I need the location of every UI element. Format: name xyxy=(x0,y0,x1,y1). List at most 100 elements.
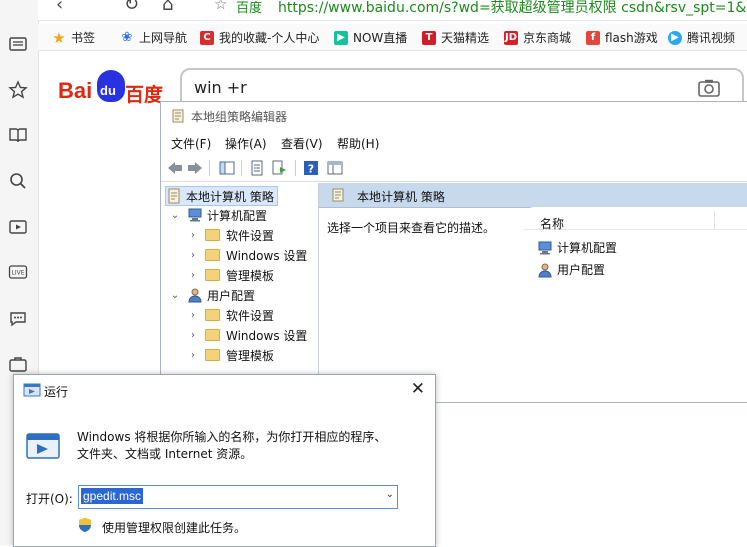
list-item-computer-config[interactable]: 计算机配置 xyxy=(537,239,617,256)
search-input[interactable] xyxy=(194,78,654,97)
expanded-chevron-icon[interactable]: ⌄ xyxy=(169,210,181,221)
logo-text-bai: Bai xyxy=(58,78,93,103)
folder-icon xyxy=(205,309,220,321)
gpedit-window[interactable]: 本地组策略编辑器 文件(F) 操作(A) 查看(V) 帮助(H) ? 本地计算机… xyxy=(160,101,747,403)
bookmark-label: NOW直播 xyxy=(353,31,408,45)
close-icon[interactable]: ✕ xyxy=(411,379,425,399)
collapsed-chevron-icon[interactable]: › xyxy=(187,310,199,321)
paw-icon: ❀ xyxy=(121,29,133,45)
collection-icon: C xyxy=(200,30,214,45)
expanded-chevron-icon[interactable]: ⌄ xyxy=(169,290,181,301)
tree-node-software-settings[interactable]: › 软件设置 xyxy=(187,226,274,244)
open-combobox[interactable]: gpedit.msc ⌄ xyxy=(78,485,398,509)
flash-icon: f xyxy=(586,30,600,45)
run-message: Windows 将根据你所输入的名称，为你打开相应的程序、 文件夹、文档或 In… xyxy=(77,429,417,463)
column-separator[interactable] xyxy=(714,211,715,229)
bookmark-item[interactable]: C 我的收藏-个人中心 xyxy=(200,29,319,46)
run-dialog[interactable]: 运行 ✕ Windows 将根据你所输入的名称，为你打开相应的程序、 文件夹、文… xyxy=(13,374,436,547)
favorites-star-icon[interactable] xyxy=(8,80,28,100)
tree-node-local-computer-policy[interactable]: 本地计算机 策略 xyxy=(165,186,278,206)
now-icon: ▶ xyxy=(334,30,348,45)
search-icon[interactable] xyxy=(8,171,28,191)
gpedit-titlebar[interactable]: 本地组策略编辑器 xyxy=(161,102,747,130)
details-pane: 本地计算机 策略 选择一个项目来查看它的描述。 名称 计算机配置 用户配置 xyxy=(319,183,747,401)
tree-node-user-software-settings[interactable]: › 软件设置 xyxy=(187,306,274,324)
folder-icon xyxy=(205,329,220,341)
column-name-label[interactable]: 名称 xyxy=(540,215,564,232)
policy-tree: 本地计算机 策略 ⌄ 计算机配置 › 软件设置 › Windows 设置 › 管… xyxy=(161,183,319,401)
run-message-line: Windows 将根据你所输入的名称，为你打开相应的程序、 xyxy=(77,430,387,444)
open-input-value[interactable]: gpedit.msc xyxy=(81,488,144,504)
camera-icon[interactable] xyxy=(698,79,720,97)
bookmark-folder[interactable]: ★ 书签 xyxy=(52,29,95,46)
bookmark-item[interactable]: JD 京东商城 xyxy=(504,29,571,46)
collapsed-chevron-icon[interactable]: › xyxy=(187,350,199,361)
baidu-logo[interactable]: Bai du 百度 xyxy=(58,70,168,106)
bookmark-label: flash游戏 xyxy=(605,31,658,45)
bookmark-star-icon[interactable]: ☆ xyxy=(214,0,227,13)
live-icon[interactable]: LIVE xyxy=(8,262,28,282)
tree-node-user-windows-settings[interactable]: › Windows 设置 xyxy=(187,326,307,344)
tree-node-user-config[interactable]: ⌄ 用户配置 xyxy=(169,286,255,304)
tree-node-computer-config[interactable]: ⌄ 计算机配置 xyxy=(169,206,267,224)
collapsed-chevron-icon[interactable]: › xyxy=(187,330,199,341)
home-icon[interactable]: ⌂ xyxy=(162,0,173,15)
bookmark-item[interactable]: ❀ 上网导航 xyxy=(120,29,187,46)
bookmark-item[interactable]: ▶ 腾讯视频 xyxy=(668,29,735,46)
chat-icon[interactable] xyxy=(8,308,28,328)
toolbar-separator xyxy=(209,160,210,176)
list-item-label: 计算机配置 xyxy=(557,241,618,255)
back-arrow-icon[interactable]: ‹ xyxy=(56,0,63,15)
policy-document-icon xyxy=(168,188,180,204)
tree-label: 软件设置 xyxy=(226,308,275,323)
properties-icon[interactable] xyxy=(249,160,265,176)
list-item-label: 用户配置 xyxy=(557,263,606,277)
tree-node-user-admin-templates[interactable]: › 管理模板 xyxy=(187,346,274,364)
logo-text-baidu-cn: 百度 xyxy=(125,84,164,106)
tree-label: 用户配置 xyxy=(207,288,256,303)
tree-node-windows-settings[interactable]: › Windows 设置 xyxy=(187,246,307,264)
tree-label: 计算机配置 xyxy=(207,208,268,223)
tree-label: 管理模板 xyxy=(226,348,275,363)
help-icon[interactable]: ? xyxy=(303,160,319,176)
briefcase-icon[interactable] xyxy=(8,354,28,374)
details-header: 本地计算机 策略 xyxy=(319,183,747,208)
jd-icon: JD xyxy=(504,30,518,45)
bookmark-item[interactable]: ▶ NOW直播 xyxy=(334,29,407,46)
back-icon[interactable] xyxy=(167,160,183,176)
url-field[interactable]: https://www.baidu.com/s?wd=获取超级管理员权限 csd… xyxy=(278,0,747,17)
reading-list-icon[interactable] xyxy=(8,34,28,54)
bookmark-label: 天猫精选 xyxy=(441,31,490,45)
list-item-user-config[interactable]: 用户配置 xyxy=(537,261,605,278)
collapsed-chevron-icon[interactable]: › xyxy=(187,270,199,281)
show-hide-tree-icon[interactable] xyxy=(219,160,235,176)
gpedit-menubar: 文件(F) 操作(A) 查看(V) 帮助(H) xyxy=(161,132,747,154)
chevron-down-icon[interactable]: ⌄ xyxy=(386,489,394,500)
tree-label: 管理模板 xyxy=(226,268,275,283)
video-icon[interactable] xyxy=(8,217,28,237)
computer-icon xyxy=(538,241,552,254)
uac-shield-icon xyxy=(79,518,91,532)
run-message-line: 文件夹、文档或 Internet 资源。 xyxy=(77,447,253,461)
filter-view-icon[interactable] xyxy=(327,160,343,176)
book-icon[interactable] xyxy=(8,125,28,145)
bookmark-label: 京东商城 xyxy=(523,31,572,45)
bookmark-item[interactable]: T 天猫精选 xyxy=(422,29,489,46)
collapsed-chevron-icon[interactable]: › xyxy=(187,250,199,261)
user-icon xyxy=(188,288,202,303)
menu-action[interactable]: 操作(A) xyxy=(225,135,267,152)
reload-icon[interactable]: ↻ xyxy=(124,0,139,15)
export-list-icon[interactable] xyxy=(271,160,287,176)
menu-file[interactable]: 文件(F) xyxy=(171,135,211,152)
bookmark-item[interactable]: f flash游戏 xyxy=(586,29,658,46)
computer-icon xyxy=(188,208,202,222)
forward-icon[interactable] xyxy=(187,160,203,176)
tree-node-admin-templates[interactable]: › 管理模板 xyxy=(187,266,274,284)
menu-view[interactable]: 查看(V) xyxy=(281,135,323,152)
bookmark-label: 书签 xyxy=(71,31,96,45)
description-text: 选择一个项目来查看它的描述。 xyxy=(327,221,496,235)
admin-privilege-text: 使用管理权限创建此任务。 xyxy=(102,521,247,535)
menu-help[interactable]: 帮助(H) xyxy=(337,135,379,152)
collapsed-chevron-icon[interactable]: › xyxy=(187,230,199,241)
run-dialog-title: 运行 xyxy=(44,385,69,399)
